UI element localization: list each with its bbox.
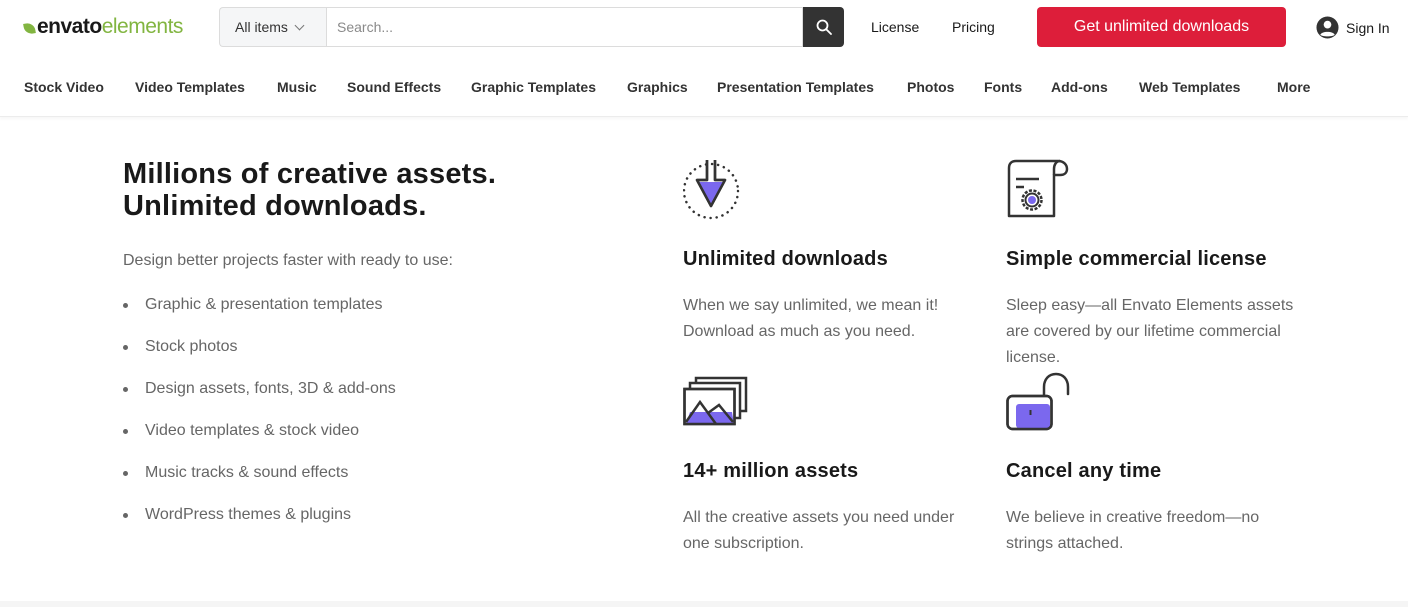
nav-sound-effects[interactable]: Sound Effects — [347, 79, 441, 95]
list-item: WordPress themes & plugins — [123, 494, 396, 536]
license-link[interactable]: License — [871, 19, 919, 35]
bullet-icon — [123, 428, 128, 434]
feature-title: Unlimited downloads — [683, 248, 888, 270]
logo-text-elements: elements — [101, 15, 184, 38]
hero-title-line2: Unlimited downloads. — [123, 190, 427, 222]
bullet-icon — [123, 344, 128, 350]
search-icon — [816, 19, 832, 35]
feature-text: All the creative assets you need under o… — [683, 509, 955, 552]
certificate-icon — [1007, 159, 1069, 218]
leaf-icon — [23, 22, 36, 35]
feature-text: When we say unlimited, we mean it! Downl… — [683, 297, 939, 340]
list-item-text: WordPress themes & plugins — [145, 506, 352, 523]
get-unlimited-downloads-button[interactable]: Get unlimited downloads — [1037, 7, 1286, 47]
list-item-text: Music tracks & sound effects — [145, 464, 349, 481]
asset-type-list: Graphic & presentation templates Stock p… — [123, 284, 396, 536]
feature-card-commercial-license: Simple commercial license Sleep easy—all… — [1006, 158, 1306, 378]
list-item-text: Stock photos — [145, 338, 238, 355]
download-icon — [683, 160, 740, 220]
search-bar: All items — [219, 7, 844, 47]
feature-card-unlimited-downloads: Unlimited downloads When we say unlimite… — [683, 158, 983, 358]
nav-photos[interactable]: Photos — [907, 79, 954, 95]
hero-title-line1: Millions of creative assets. — [123, 158, 497, 190]
bullet-icon — [123, 302, 128, 308]
hero-subtitle: Design better projects faster with ready… — [123, 252, 453, 269]
bullet-icon — [123, 386, 128, 392]
hero-title: Millions of creative assets. Unlimited d… — [123, 158, 496, 222]
feature-title: Simple commercial license — [1006, 248, 1267, 270]
list-item-text: Design assets, fonts, 3D & add-ons — [145, 380, 396, 397]
nav-stock-video[interactable]: Stock Video — [24, 79, 104, 95]
list-item: Video templates & stock video — [123, 410, 396, 452]
top-header: envato elements All items License Pricin… — [0, 0, 1408, 56]
feature-title: Cancel any time — [1006, 460, 1162, 482]
search-button[interactable] — [803, 7, 844, 47]
list-item: Graphic & presentation templates — [123, 284, 396, 326]
nav-graphic-templates[interactable]: Graphic Templates — [471, 79, 596, 95]
category-dropdown[interactable]: All items — [219, 7, 326, 47]
feature-text: Sleep easy—all Envato Elements assets ar… — [1006, 297, 1294, 366]
search-input[interactable] — [326, 7, 803, 47]
image-stack-icon — [683, 376, 748, 426]
logo-text-envato: envato — [37, 15, 102, 38]
nav-video-templates[interactable]: Video Templates — [135, 79, 245, 95]
list-item: Design assets, fonts, 3D & add-ons — [123, 368, 396, 410]
unlock-icon — [1006, 372, 1070, 431]
nav-fonts[interactable]: Fonts — [984, 79, 1022, 95]
nav-more[interactable]: More — [1277, 79, 1310, 95]
section-divider — [0, 601, 1408, 607]
category-dropdown-label: All items — [235, 19, 288, 35]
sign-in-button[interactable]: Sign In — [1316, 16, 1390, 39]
nav-add-ons[interactable]: Add-ons — [1051, 79, 1108, 95]
feature-title: 14+ million assets — [683, 460, 859, 482]
list-item: Music tracks & sound effects — [123, 452, 396, 494]
envato-elements-logo[interactable]: envato elements — [23, 14, 184, 40]
pricing-link[interactable]: Pricing — [952, 19, 995, 35]
list-item-text: Graphic & presentation templates — [145, 296, 383, 313]
user-icon — [1316, 16, 1339, 39]
feature-card-cancel-any-time: Cancel any time We believe in creative f… — [1006, 372, 1306, 572]
bullet-icon — [123, 470, 128, 476]
nav-presentation-templates[interactable]: Presentation Templates — [717, 79, 874, 95]
nav-music[interactable]: Music — [277, 79, 317, 95]
feature-text: We believe in creative freedom—no string… — [1006, 509, 1260, 552]
sign-in-label: Sign In — [1346, 19, 1390, 36]
list-item: Stock photos — [123, 326, 396, 368]
chevron-down-icon — [294, 20, 305, 30]
nav-graphics[interactable]: Graphics — [627, 79, 688, 95]
list-item-text: Video templates & stock video — [145, 422, 360, 439]
nav-web-templates[interactable]: Web Templates — [1139, 79, 1240, 95]
category-nav: Stock Video Video Templates Music Sound … — [0, 56, 1408, 117]
bullet-icon — [123, 512, 128, 518]
feature-card-million-assets: 14+ million assets All the creative asse… — [683, 372, 983, 572]
